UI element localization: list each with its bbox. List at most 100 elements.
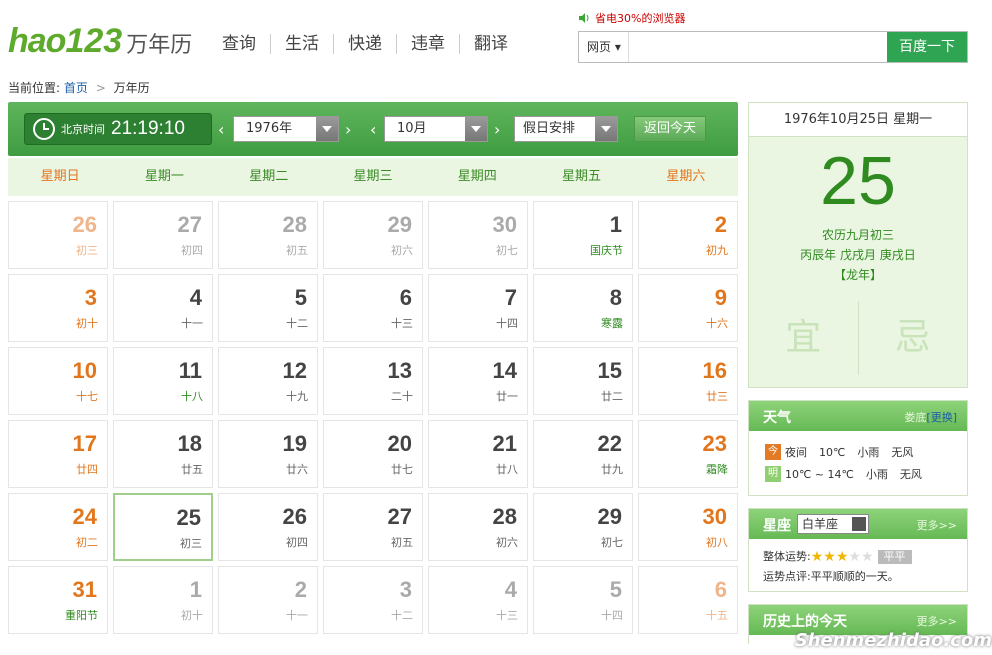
yi-ji-section: 宜 忌 [749,301,967,375]
search-input[interactable] [629,32,887,62]
next-year-button[interactable]: › [345,120,351,139]
calendar-day[interactable]: 17 廿四 [8,420,108,488]
calendar-day[interactable]: 26 初三 [8,201,108,269]
lunar-day: 初六 [391,244,413,257]
browser-promo[interactable]: 省电30%的浏览器 [579,10,685,26]
calendar-day[interactable]: 14 廿一 [428,347,528,415]
lunar-day: 廿六 [286,463,308,476]
zodiac-year: 【龙年】 [833,268,882,282]
search-button[interactable]: 百度一下 [887,32,967,62]
weather-desc: 小雨 [865,468,888,481]
lunar-day: 十一 [181,317,203,330]
calendar-day[interactable]: 2 初九 [638,201,738,269]
lunar-day: 十三 [496,609,518,622]
calendar-day[interactable]: 4 十三 [428,566,528,634]
weekday-label: 星期五 [562,169,602,184]
calendar-day[interactable]: 8 寒露 [533,274,633,342]
day-number: 13 [387,358,412,383]
calendar-day[interactable]: 11 十八 [113,347,213,415]
calendar-day[interactable]: 10 十七 [8,347,108,415]
topnav-item[interactable]: 快递 [333,34,396,54]
calendar-day[interactable]: 6 十三 [323,274,423,342]
calendar-day[interactable]: 6 十五 [638,566,738,634]
lunar-day: 初三 [76,244,98,257]
horoscope-more-link[interactable]: 更多>> [917,517,957,533]
breadcrumb-home-link[interactable]: 首页 [64,81,88,95]
calendar-day[interactable]: 5 十四 [533,566,633,634]
day-number: 3 [399,577,412,602]
lunar-day: 廿五 [181,463,203,476]
calendar-day[interactable]: 20 廿七 [323,420,423,488]
month-select[interactable]: 10月 [384,116,488,142]
year-select[interactable]: 1976年 [233,116,339,142]
calendar-day[interactable]: 2 十一 [218,566,318,634]
calendar-day[interactable]: 15 廿二 [533,347,633,415]
lunar-day: 十八 [181,390,203,403]
weather-change-link[interactable]: [更换] [926,411,957,424]
topnav-item[interactable]: 查询 [222,34,270,54]
selected-day-number: 25 [820,143,896,219]
calendar-day[interactable]: 3 十二 [323,566,423,634]
day-number: 5 [294,285,307,310]
hao123-logo[interactable]: hao 123 万年历 [8,22,192,62]
calendar-day[interactable]: 31 重阳节 [8,566,108,634]
calendar-day[interactable]: 26 初四 [218,493,318,561]
horoscope-sign-select[interactable]: 白羊座 [797,514,869,534]
back-to-today-button[interactable]: 返回今天 [634,116,706,142]
lunar-day: 十二 [286,317,308,330]
topnav-item[interactable]: 违章 [396,34,459,54]
calendar-day-selected[interactable]: 25 初三 [113,493,213,561]
calendar-day[interactable]: 29 初七 [533,493,633,561]
calendar-day[interactable]: 30 初八 [638,493,738,561]
ganzhi-date: 丙辰年 戊戌月 庚戌日 [800,248,916,262]
calendar-day[interactable]: 7 十四 [428,274,528,342]
lunar-day: 初五 [286,244,308,257]
calendar-day[interactable]: 18 廿五 [113,420,213,488]
next-month-button[interactable]: › [494,120,500,139]
star-filled-icon: ★ [823,548,836,565]
history-more-link[interactable]: 更多>> [917,613,957,629]
day-number: 8 [609,285,622,310]
weekday-label: 星期日 [40,169,80,184]
day-number: 1 [189,577,202,602]
calendar-day[interactable]: 13 二十 [323,347,423,415]
calendar-day[interactable]: 1 初十 [113,566,213,634]
topnav-item[interactable]: 翻译 [459,34,522,54]
calendar-day[interactable]: 19 廿六 [218,420,318,488]
speaker-icon [579,13,589,23]
weekday-label: 星期一 [144,169,184,184]
horoscope-panel: 星座 白羊座 更多>> 整体运势: ★★★★★ 平平 运势点评: 平平顺顺的一天… [748,508,968,592]
calendar-day[interactable]: 12 十九 [218,347,318,415]
calendar-day[interactable]: 1 国庆节 [533,201,633,269]
calendar-day[interactable]: 22 廿九 [533,420,633,488]
prev-year-button[interactable]: ‹ [218,120,224,139]
chevron-down-icon [465,117,487,141]
calendar-day[interactable]: 23 霜降 [638,420,738,488]
calendar-day[interactable]: 4 十一 [113,274,213,342]
day-number: 26 [282,504,307,529]
calendar-day[interactable]: 16 廿三 [638,347,738,415]
lunar-day: 十五 [706,609,728,622]
calendar-day[interactable]: 24 初二 [8,493,108,561]
day-number: 27 [177,212,202,237]
calendar-day[interactable]: 27 初五 [323,493,423,561]
holiday-select[interactable]: 假日安排 [514,116,618,142]
prev-month-button[interactable]: ‹ [370,120,376,139]
weather-wind: 无风 [899,468,922,481]
calendar-day[interactable]: 9 十六 [638,274,738,342]
calendar-day[interactable]: 29 初六 [323,201,423,269]
search-scope-select[interactable]: 网页 ▾ [579,32,629,62]
calendar-day[interactable]: 3 初十 [8,274,108,342]
calendar-day[interactable]: 21 廿八 [428,420,528,488]
calendar-day[interactable]: 30 初七 [428,201,528,269]
breadcrumb-separator: > [95,81,106,95]
calendar-day[interactable]: 27 初四 [113,201,213,269]
calendar-day[interactable]: 5 十二 [218,274,318,342]
calendar-day[interactable]: 28 初五 [218,201,318,269]
selected-date-header: 1976年10月25日 星期一 [749,103,967,137]
day-number: 7 [504,285,517,310]
calendar-day[interactable]: 28 初六 [428,493,528,561]
lunar-day: 十二 [391,609,413,622]
day-number: 25 [176,505,201,530]
topnav-item[interactable]: 生活 [270,34,333,54]
